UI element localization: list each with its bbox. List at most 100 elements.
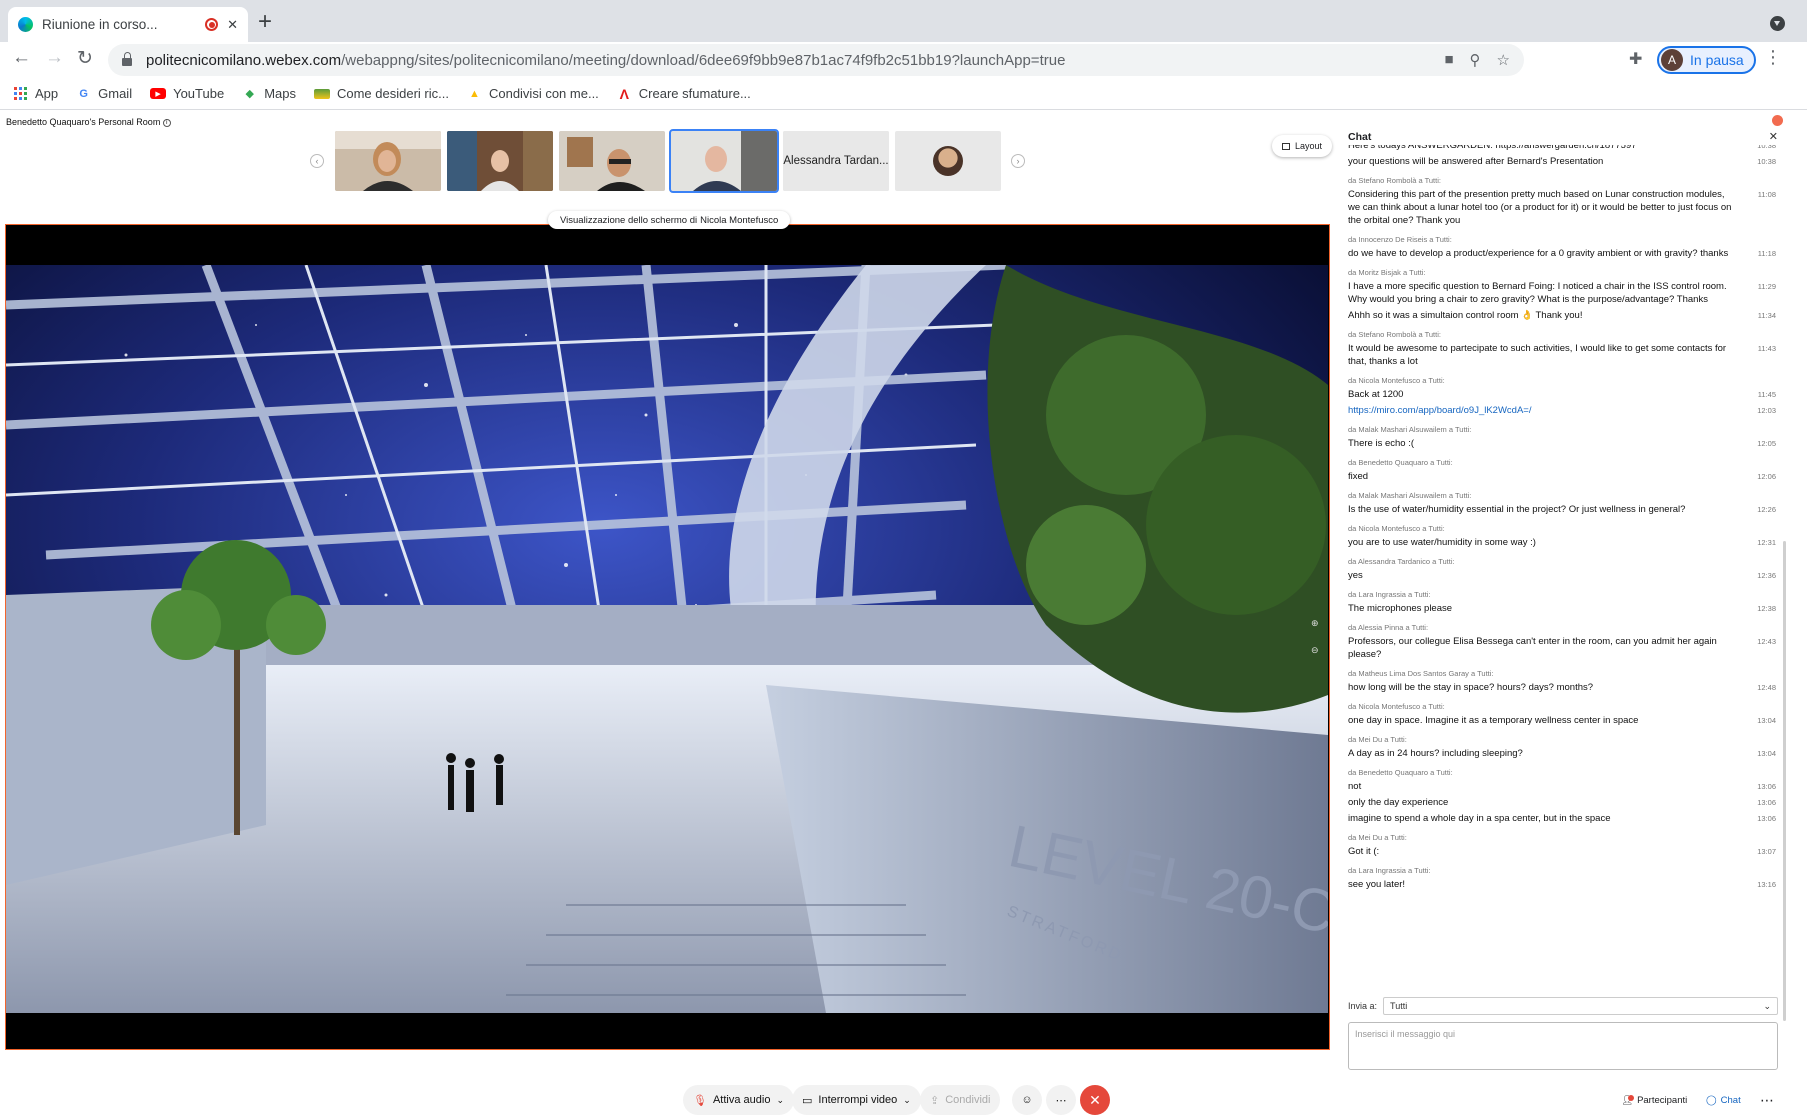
chevron-down-icon[interactable]: ⌄ <box>903 1095 911 1106</box>
chat-message-sender: da Alessandra Tardanico a Tutti: <box>1348 557 1455 566</box>
chat-message-time: 13:04 <box>1757 749 1776 758</box>
chat-message: Got it (: 13:07 <box>1348 845 1776 858</box>
reload-icon[interactable]: ↻ <box>77 47 93 70</box>
chevron-down-icon[interactable]: ⌄ <box>776 1095 784 1106</box>
profile-status: In pausa <box>1690 52 1744 68</box>
bookmark-youtube[interactable]: ▶ YouTube <box>150 86 224 101</box>
recording-icon <box>205 18 219 31</box>
bookmark-creare-sfumature[interactable]: Λ Creare sfumature... <box>617 85 751 102</box>
camera-icon[interactable]: ■ <box>1444 51 1453 69</box>
chat-message-text: fixed <box>1348 471 1369 482</box>
browser-tab[interactable]: Riunione in corso... ✕ <box>8 7 248 42</box>
chat-message: Ahhh so it was a simultaion control room… <box>1348 309 1776 322</box>
bookmark-maps[interactable]: ◆ Maps <box>242 86 296 101</box>
chat-message-time: 12:03 <box>1757 406 1776 415</box>
adobe-icon: Λ <box>619 85 629 102</box>
participant-video-2[interactable] <box>447 131 553 191</box>
chat-message: how long will be the stay in space? hour… <box>1348 681 1776 694</box>
tab-close-icon[interactable]: ✕ <box>227 17 238 33</box>
chat-message-text: There is echo :( <box>1348 438 1414 449</box>
panel-more-button[interactable]: ⋯ <box>1760 1088 1774 1112</box>
participants-button[interactable]: 👤︎ Partecipanti <box>1621 1088 1687 1112</box>
chat-message-text: how long will be the stay in space? hour… <box>1348 682 1594 693</box>
participants-icon: 👤︎ <box>1621 1094 1634 1106</box>
chat-scrollbar[interactable] <box>1783 541 1786 1021</box>
chat-message-text: Ahhh so it was a simultaion control room… <box>1348 310 1583 321</box>
more-options-button[interactable]: ⋯ <box>1046 1085 1076 1115</box>
chat-message: Professors, our collegue Elisa Bessega c… <box>1348 635 1776 661</box>
chat-message: A day as in 24 hours? including sleeping… <box>1348 747 1776 760</box>
chat-bubble-icon: ◯ <box>1706 1094 1717 1106</box>
forward-icon[interactable]: → <box>45 47 64 69</box>
send-to-select[interactable]: Tutti ⌄ <box>1383 997 1778 1015</box>
close-dot-icon[interactable] <box>1772 115 1783 126</box>
bookmark-star-icon[interactable]: ☆ <box>1497 51 1510 69</box>
share-button[interactable]: ⇪ Condividi <box>920 1085 1001 1115</box>
shared-screen[interactable]: LEVEL 20-C STRATFORD ⊕ ⊖ <box>5 224 1330 1050</box>
filmstrip-next-icon[interactable]: › <box>1011 154 1025 168</box>
chat-title: Chat <box>1348 131 1372 143</box>
layout-icon <box>1282 142 1290 150</box>
webex-meeting: Benedetto Quaquaro's Personal Room i ‹ A… <box>0 111 1807 1120</box>
browser-menu-icon[interactable]: ⋮ <box>1764 47 1782 68</box>
reactions-button[interactable]: ☺ <box>1012 1085 1042 1115</box>
participant-name-tile[interactable]: Alessandra Tardan... <box>783 131 889 191</box>
chat-message-time: 12:31 <box>1757 538 1776 547</box>
filmstrip-prev-icon[interactable]: ‹ <box>310 154 324 168</box>
participant-video-image <box>447 131 553 191</box>
participant-video-3[interactable] <box>559 131 665 191</box>
chevron-down-icon: ⌄ <box>1763 1000 1771 1011</box>
address-bar[interactable]: politecnicomilano.webex.com/webappng/sit… <box>108 44 1524 76</box>
chat-message-sender: da Malak Mashari Alsuwailem a Tutti: <box>1348 491 1472 500</box>
message-input[interactable]: Inserisci il messaggio qui <box>1348 1022 1778 1070</box>
chat-message-time: 13:16 <box>1757 880 1776 889</box>
room-title: Benedetto Quaquaro's Personal Room i <box>6 117 171 127</box>
back-icon[interactable]: ← <box>12 47 31 69</box>
bookmark-gmail[interactable]: G Gmail <box>76 86 132 101</box>
new-tab-icon[interactable]: + <box>258 10 272 34</box>
chat-message-sender: da Moritz Bisjak a Tutti: <box>1348 268 1426 277</box>
participant-video-image <box>335 131 441 191</box>
chat-messages[interactable]: Here's todays ANSWERGARDEN: https://answ… <box>1348 145 1776 975</box>
zoom-out-icon[interactable]: ⊖ <box>1311 645 1319 656</box>
bookmark-app[interactable]: App <box>14 86 58 101</box>
extensions-icon[interactable]: ✚ <box>1629 49 1642 69</box>
info-icon[interactable]: i <box>162 118 171 127</box>
chat-message-text: Professors, our collegue Elisa Bessega c… <box>1348 636 1717 660</box>
tab-search-icon[interactable] <box>1770 16 1785 31</box>
chat-message: fixed 12:06 <box>1348 470 1776 483</box>
chat-button[interactable]: ◯ Chat <box>1706 1088 1741 1112</box>
chat-link[interactable]: https://miro.com/app/board/o9J_lK2WcdA=/ <box>1348 405 1532 416</box>
participant-video-4[interactable] <box>669 129 779 193</box>
chat-close-icon[interactable]: ✕ <box>1769 130 1778 143</box>
chat-message-time: 12:26 <box>1757 505 1776 514</box>
chat-message-time: 13:06 <box>1757 814 1776 823</box>
video-button[interactable]: ▭ Interrompi video ⌄ <box>792 1085 921 1115</box>
chat-message-time: 12:38 <box>1757 604 1776 613</box>
participant-video-1[interactable] <box>335 131 441 191</box>
microphone-muted-icon: 🎙︎ <box>693 1094 707 1107</box>
zoom-in-icon[interactable]: ⊕ <box>1311 618 1319 629</box>
chat-message-sender: da Innocenzo De Riseis a Tutti: <box>1348 235 1452 244</box>
end-call-button[interactable]: ✕ <box>1080 1085 1110 1115</box>
chat-message-time: 11:08 <box>1757 190 1776 199</box>
maps-icon: ◆ <box>245 88 254 100</box>
screen-share-label: Visualizzazione dello schermo di Nicola … <box>548 211 791 229</box>
bookmark-come-desideri[interactable]: Come desideri ric... <box>313 86 449 101</box>
chat-message-text: Back at 1200 <box>1348 389 1404 400</box>
profile-button[interactable]: A In pausa <box>1657 46 1756 74</box>
chat-message-sender: da Mei Du a Tutti: <box>1348 833 1407 842</box>
bookmark-condivisi[interactable]: ▲ Condivisi con me... <box>467 86 599 101</box>
participant-avatar-tile[interactable] <box>895 131 1001 191</box>
chat-message-time: 13:07 <box>1757 847 1776 856</box>
chat-message-text: one day in space. Imagine it as a tempor… <box>1348 715 1639 726</box>
chat-message: do we have to develop a product/experien… <box>1348 247 1776 260</box>
avatar <box>933 146 963 176</box>
chat-message: I have a more specific question to Berna… <box>1348 280 1776 306</box>
video-camera-icon: ▭ <box>802 1094 813 1107</box>
layout-button[interactable]: Layout <box>1272 135 1333 157</box>
mute-button[interactable]: 🎙︎ Attiva audio ⌄ <box>683 1085 794 1115</box>
zoom-icon[interactable]: ⚲ <box>1470 51 1481 69</box>
chat-panel: Chat ✕ Here's todays ANSWERGARDEN: https… <box>1340 129 1786 1070</box>
chat-message-text: see you later! <box>1348 879 1406 890</box>
